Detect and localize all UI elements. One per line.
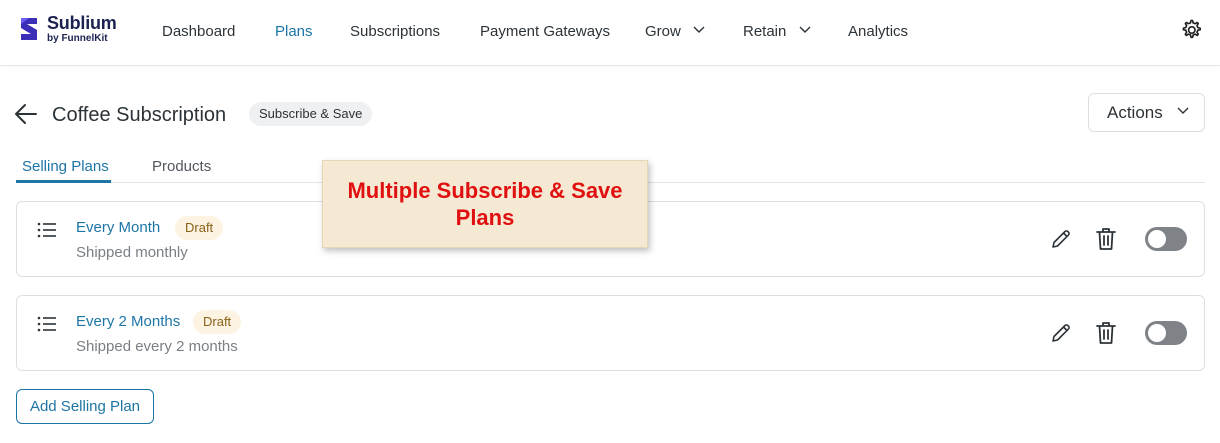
nav-payment-gateways[interactable]: Payment Gateways [480, 23, 610, 43]
nav-subscriptions[interactable]: Subscriptions [350, 23, 440, 43]
plan-enable-toggle[interactable] [1145, 227, 1187, 251]
actions-label: Actions [1107, 102, 1163, 122]
active-tab-indicator [16, 180, 111, 183]
actions-button[interactable]: Actions [1088, 93, 1205, 132]
tab-products[interactable]: Products [152, 158, 211, 175]
chevron-down-icon [693, 26, 705, 34]
tab-selling-plans[interactable]: Selling Plans [22, 158, 109, 175]
add-selling-plan-button[interactable]: Add Selling Plan [16, 389, 154, 424]
toggle-knob [1148, 230, 1166, 248]
annotation-callout: Multiple Subscribe & Save Plans [322, 160, 648, 248]
status-badge: Draft [193, 310, 242, 334]
selling-plan-card: Every 2 Months Draft Shipped every 2 mon… [16, 295, 1205, 371]
nav-analytics[interactable]: Analytics [848, 23, 908, 43]
trash-icon[interactable] [1094, 320, 1118, 346]
nav-grow[interactable]: Grow [645, 23, 705, 43]
trash-icon[interactable] [1094, 226, 1118, 252]
drag-handle-icon[interactable] [37, 316, 57, 332]
brand-logo[interactable]: Sublium by FunnelKit [17, 12, 127, 48]
plan-name-link[interactable]: Every 2 Months [76, 313, 180, 330]
pencil-icon[interactable] [1049, 227, 1073, 251]
nav-dashboard[interactable]: Dashboard [162, 23, 235, 43]
plan-description: Shipped monthly [76, 244, 188, 261]
app-name: Sublium [47, 13, 117, 33]
pencil-icon[interactable] [1049, 321, 1073, 345]
nav-retain[interactable]: Retain [743, 23, 811, 43]
gear-icon[interactable] [1179, 18, 1203, 42]
nav-plans[interactable]: Plans [275, 23, 313, 43]
top-nav: Sublium by FunnelKit Dashboard Plans Sub… [0, 0, 1220, 66]
plan-description: Shipped every 2 months [76, 338, 238, 355]
nav-grow-label: Grow [645, 23, 681, 40]
plan-type-badge: Subscribe & Save [249, 102, 373, 126]
status-badge: Draft [175, 216, 224, 240]
plan-enable-toggle[interactable] [1145, 321, 1187, 345]
nav-retain-label: Retain [743, 23, 787, 40]
page-title: Coffee Subscription [52, 104, 227, 126]
annotation-text: Multiple Subscribe & Save Plans [347, 178, 623, 230]
app-byline: by FunnelKit [47, 33, 108, 44]
toggle-knob [1148, 324, 1166, 342]
chevron-down-icon [799, 26, 811, 34]
drag-handle-icon[interactable] [37, 222, 57, 238]
chevron-down-icon [1177, 107, 1189, 115]
plan-name-link[interactable]: Every Month [76, 219, 160, 236]
arrow-left-icon[interactable] [14, 103, 38, 125]
sublium-logo-icon [21, 18, 37, 40]
